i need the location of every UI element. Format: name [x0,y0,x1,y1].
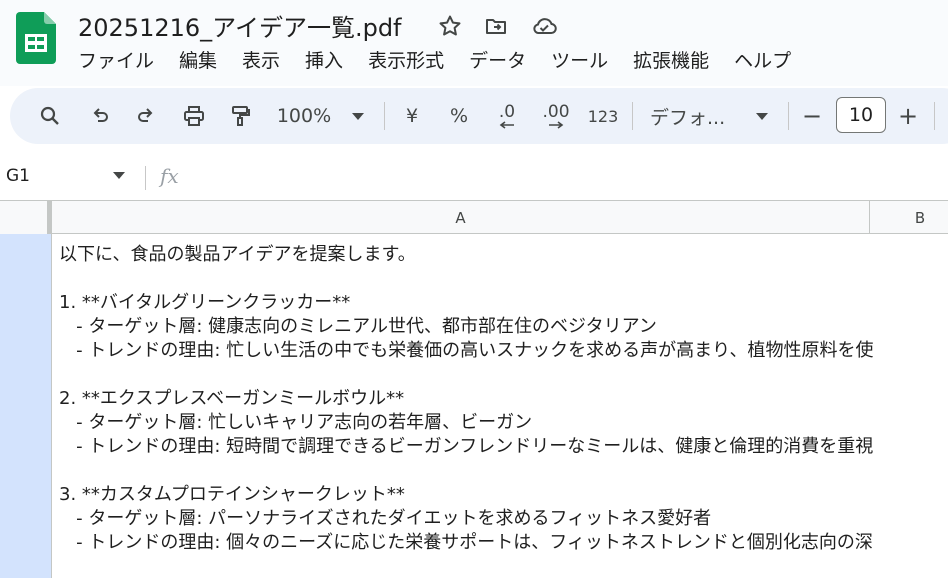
menu-extensions[interactable]: 拡張機能 [633,46,709,74]
menu-bar: ファイル 編集 表示 挿入 表示形式 データ ツール 拡張機能 ヘルプ [78,46,816,74]
increase-decimal-label: .00 [542,101,570,122]
toolbar: 100% ¥ % .0 .00 123 デフォ... − + [10,88,948,144]
zoom-dropdown-icon[interactable] [346,88,370,144]
name-box-dropdown-icon[interactable] [112,170,126,180]
cell-text-line: 2. **エクスプレスベーガンミールボウル** [59,388,405,409]
font-size-input[interactable]: 10 [836,97,886,133]
decrease-decimal-button[interactable]: .0 [488,88,526,144]
percent-format-button[interactable]: % [444,88,474,144]
menu-insert[interactable]: 挿入 [305,46,343,74]
print-icon[interactable] [176,88,212,144]
increase-font-size-button[interactable]: + [896,88,920,144]
move-to-folder-icon[interactable] [482,12,510,40]
decrease-decimal-label: .0 [498,101,516,122]
column-header-row: A B [0,200,948,234]
cell-text-line: - ターゲット層: 忙しいキャリア志向の若年層、ビーガン [59,412,533,433]
undo-icon[interactable] [82,88,118,144]
paint-format-icon[interactable] [222,88,258,144]
more-formats-button[interactable]: 123 [584,88,622,144]
font-dropdown-icon[interactable] [750,88,774,144]
toolbar-divider [384,102,385,130]
arrow-left-icon [499,120,514,129]
cell-text-line: - トレンドの理由: 忙しい生活の中でも栄養価の高いスナックを求める声が高まり、… [59,340,874,361]
column-header-b[interactable]: B [870,201,948,234]
font-family-select[interactable]: デフォ... [650,88,740,144]
menu-view[interactable]: 表示 [242,46,280,74]
zoom-value[interactable]: 100% [272,88,336,144]
redo-icon[interactable] [128,88,164,144]
menu-data[interactable]: データ [469,46,526,74]
menu-help[interactable]: ヘルプ [734,46,791,74]
menu-file[interactable]: ファイル [78,46,154,74]
search-menus-icon[interactable] [32,88,68,144]
cell-a1[interactable]: 以下に、食品の製品アイデアを提案します。 1. **バイタルグリーンクラッカー*… [53,234,948,578]
cell-text-line: 以下に、食品の製品アイデアを提案します。 [59,244,416,265]
row-header-1[interactable] [0,234,52,578]
cell-text-line: 3. **カスタムプロテインシャークレット** [59,484,405,505]
sheets-logo-icon[interactable] [16,12,56,64]
toolbar-divider [632,102,633,130]
decrease-font-size-button[interactable]: − [800,88,824,144]
document-title[interactable]: 20251216_アイデア一覧.pdf [78,8,402,43]
title-bar: 20251216_アイデア一覧.pdf ファイル 編集 表示 挿入 表示形式 デ… [0,0,948,86]
cloud-saved-icon[interactable] [530,12,558,40]
cell-text-line: - ターゲット層: パーソナライズされたダイエットを求めるフィットネス愛好者 [59,508,712,529]
name-box[interactable]: G1 [6,166,30,186]
menu-tools[interactable]: ツール [551,46,608,74]
cell-text-line: - ターゲット層: 健康志向のミレニアル世代、都市部在住のベジタリアン [59,316,657,337]
menu-format[interactable]: 表示形式 [368,46,444,74]
cell-text-line: - トレンドの理由: 短時間で調理できるビーガンフレンドリーなミールは、健康と倫… [59,436,874,457]
formula-bar: G1 fx [0,158,948,198]
menu-edit[interactable]: 編集 [179,46,217,74]
select-all-corner[interactable] [0,201,52,234]
increase-decimal-button[interactable]: .00 [536,88,576,144]
cell-text-line: - トレンドの理由: 個々のニーズに応じた栄養サポートは、フィットネストレンドと… [59,532,873,553]
cell-text-line: 1. **バイタルグリーンクラッカー** [59,292,351,313]
currency-format-button[interactable]: ¥ [398,88,426,144]
arrow-right-icon [549,120,564,129]
formula-divider [145,166,146,190]
star-icon[interactable] [436,12,464,40]
toolbar-divider [934,102,935,130]
column-header-a[interactable]: A [52,201,870,234]
toolbar-divider [788,102,789,130]
fx-icon: fx [160,164,179,188]
